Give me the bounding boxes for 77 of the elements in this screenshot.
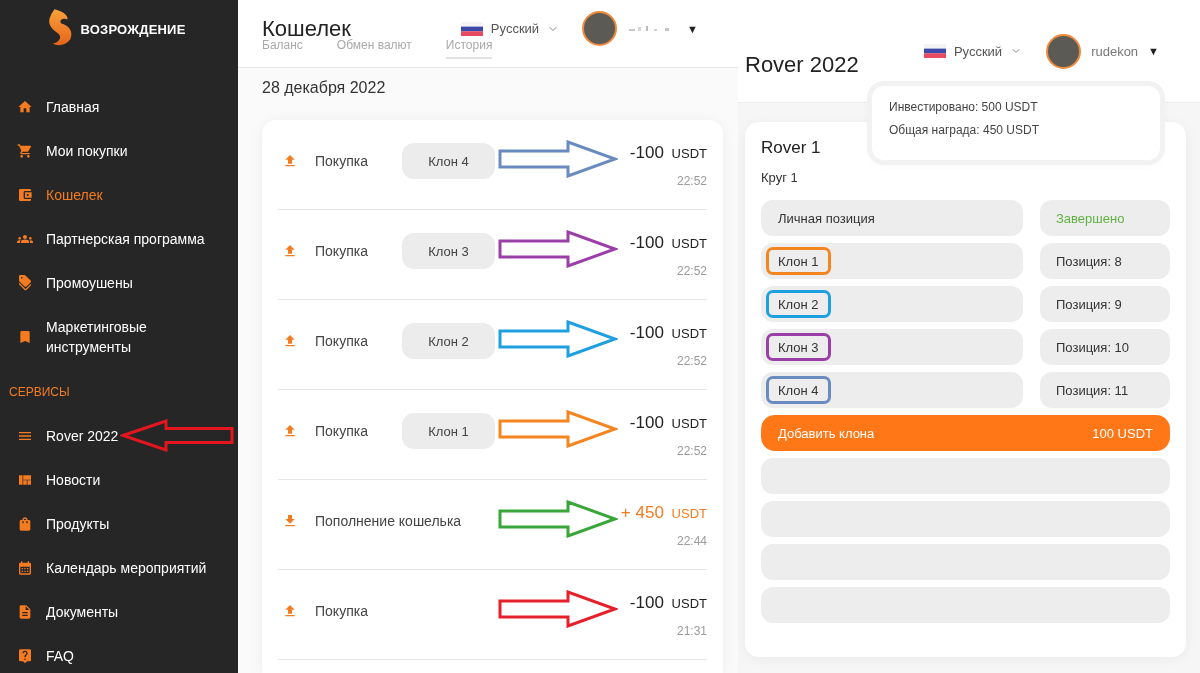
sidebar-item[interactable]: Продукты xyxy=(0,502,118,546)
transaction-amount: -100 USDT xyxy=(629,322,707,344)
clone-tag: Клон 3 xyxy=(402,233,495,269)
sidebar-item[interactable]: Главная xyxy=(0,85,108,129)
upload-icon xyxy=(282,603,298,619)
avatar[interactable] xyxy=(1046,33,1082,69)
home-icon xyxy=(17,99,33,115)
logo-text: ВОЗРОЖДЕНИЕ xyxy=(80,22,186,37)
transaction-time: 22:52 xyxy=(676,444,707,458)
position-status: Позиция: 11 xyxy=(1040,372,1170,408)
flag-icon xyxy=(460,21,483,36)
position-status: Позиция: 10 xyxy=(1040,329,1170,365)
transaction-amount: + 450 USDT xyxy=(620,502,707,524)
cart-icon xyxy=(17,143,33,159)
page-title: Rover 2022 xyxy=(745,51,859,79)
sidebar-item[interactable]: Новости xyxy=(0,458,109,502)
calendar-icon xyxy=(17,560,33,576)
clone-tag: Клон 2 xyxy=(766,290,831,318)
card-title: Rover 1 xyxy=(761,137,821,159)
round-label: Круг 1 xyxy=(761,169,798,187)
stat-line: Общая награда: 450 USDT xyxy=(889,123,1039,138)
sidebar-item[interactable]: Календарь мероприятий xyxy=(0,546,215,590)
clone-tag: Клон 2 xyxy=(402,323,495,359)
transaction-time: 22:52 xyxy=(676,174,707,188)
upload-icon xyxy=(282,423,298,439)
language-selector[interactable]: Русский xyxy=(923,39,1023,63)
transaction-time: 21:31 xyxy=(676,624,707,638)
sidebar-item[interactable]: Партнерская программа xyxy=(0,217,213,261)
flag-icon xyxy=(923,44,946,58)
username[interactable]: rudekon xyxy=(1091,43,1139,59)
position-label: Личная позиция xyxy=(761,200,1023,236)
sidebar-item[interactable]: Промоушены xyxy=(0,261,141,305)
transaction-time: 22:44 xyxy=(676,534,707,548)
document-icon xyxy=(17,604,33,620)
layout-grid-icon xyxy=(17,472,33,488)
clone-tag: Клон 3 xyxy=(766,333,831,361)
transaction-time: 22:52 xyxy=(676,264,707,278)
sidebar-item[interactable]: Документы xyxy=(0,590,127,634)
dropdown-caret[interactable]: ▼ xyxy=(687,22,698,35)
transaction-amount: -100 USDT xyxy=(629,142,707,164)
transaction-amount: -100 USDT xyxy=(629,232,707,254)
download-icon xyxy=(282,513,298,529)
transaction-type: Покупка xyxy=(315,602,369,621)
date-heading: 28 декабря 2022 xyxy=(262,78,386,98)
sidebar-item[interactable]: Кошелек xyxy=(0,173,111,217)
clone-tag: Клон 4 xyxy=(402,143,495,179)
transaction-amount: -100 USDT xyxy=(629,592,707,614)
wallet-icon xyxy=(17,187,33,203)
position-status: Завершено xyxy=(1040,200,1170,236)
question-chat-icon xyxy=(17,648,33,664)
upload-icon xyxy=(282,243,298,259)
sidebar-item[interactable]: Маркетинговые инструменты xyxy=(0,305,226,369)
transaction-type: Пополнение кошелька xyxy=(315,512,462,531)
clone-tag: Клон 1 xyxy=(402,413,495,449)
bookmark-icon xyxy=(17,329,33,345)
tag-icon xyxy=(17,275,33,291)
position-status: Позиция: 8 xyxy=(1040,243,1170,279)
clone-tag: Клон 4 xyxy=(766,376,831,404)
transaction-type: Покупка xyxy=(315,422,369,441)
language-selector[interactable]: Русский xyxy=(460,16,560,41)
stat-line: Инвестировано: 500 USDT xyxy=(889,100,1038,115)
section-title: СЕРВИСЫ xyxy=(8,384,70,401)
upload-icon xyxy=(282,333,298,349)
transaction-type: Покупка xyxy=(315,332,369,351)
shopping-bag-icon xyxy=(17,516,33,532)
clone-tag: Клон 1 xyxy=(766,247,831,275)
sidebar-item[interactable]: Rover 2022 xyxy=(0,414,127,458)
dropdown-caret[interactable]: ▼ xyxy=(1148,45,1159,57)
transaction-amount: -100 USDT xyxy=(629,412,707,434)
position-status: Позиция: 9 xyxy=(1040,286,1170,322)
transaction-type: Покупка xyxy=(315,242,369,261)
transaction-type: Покупка xyxy=(315,152,369,171)
upload-icon xyxy=(282,153,298,169)
transaction-time: 22:52 xyxy=(676,354,707,368)
sidebar-item[interactable]: FAQ xyxy=(0,634,82,673)
sidebar-item[interactable]: Мои покупки xyxy=(0,129,136,173)
avatar[interactable] xyxy=(582,11,618,46)
